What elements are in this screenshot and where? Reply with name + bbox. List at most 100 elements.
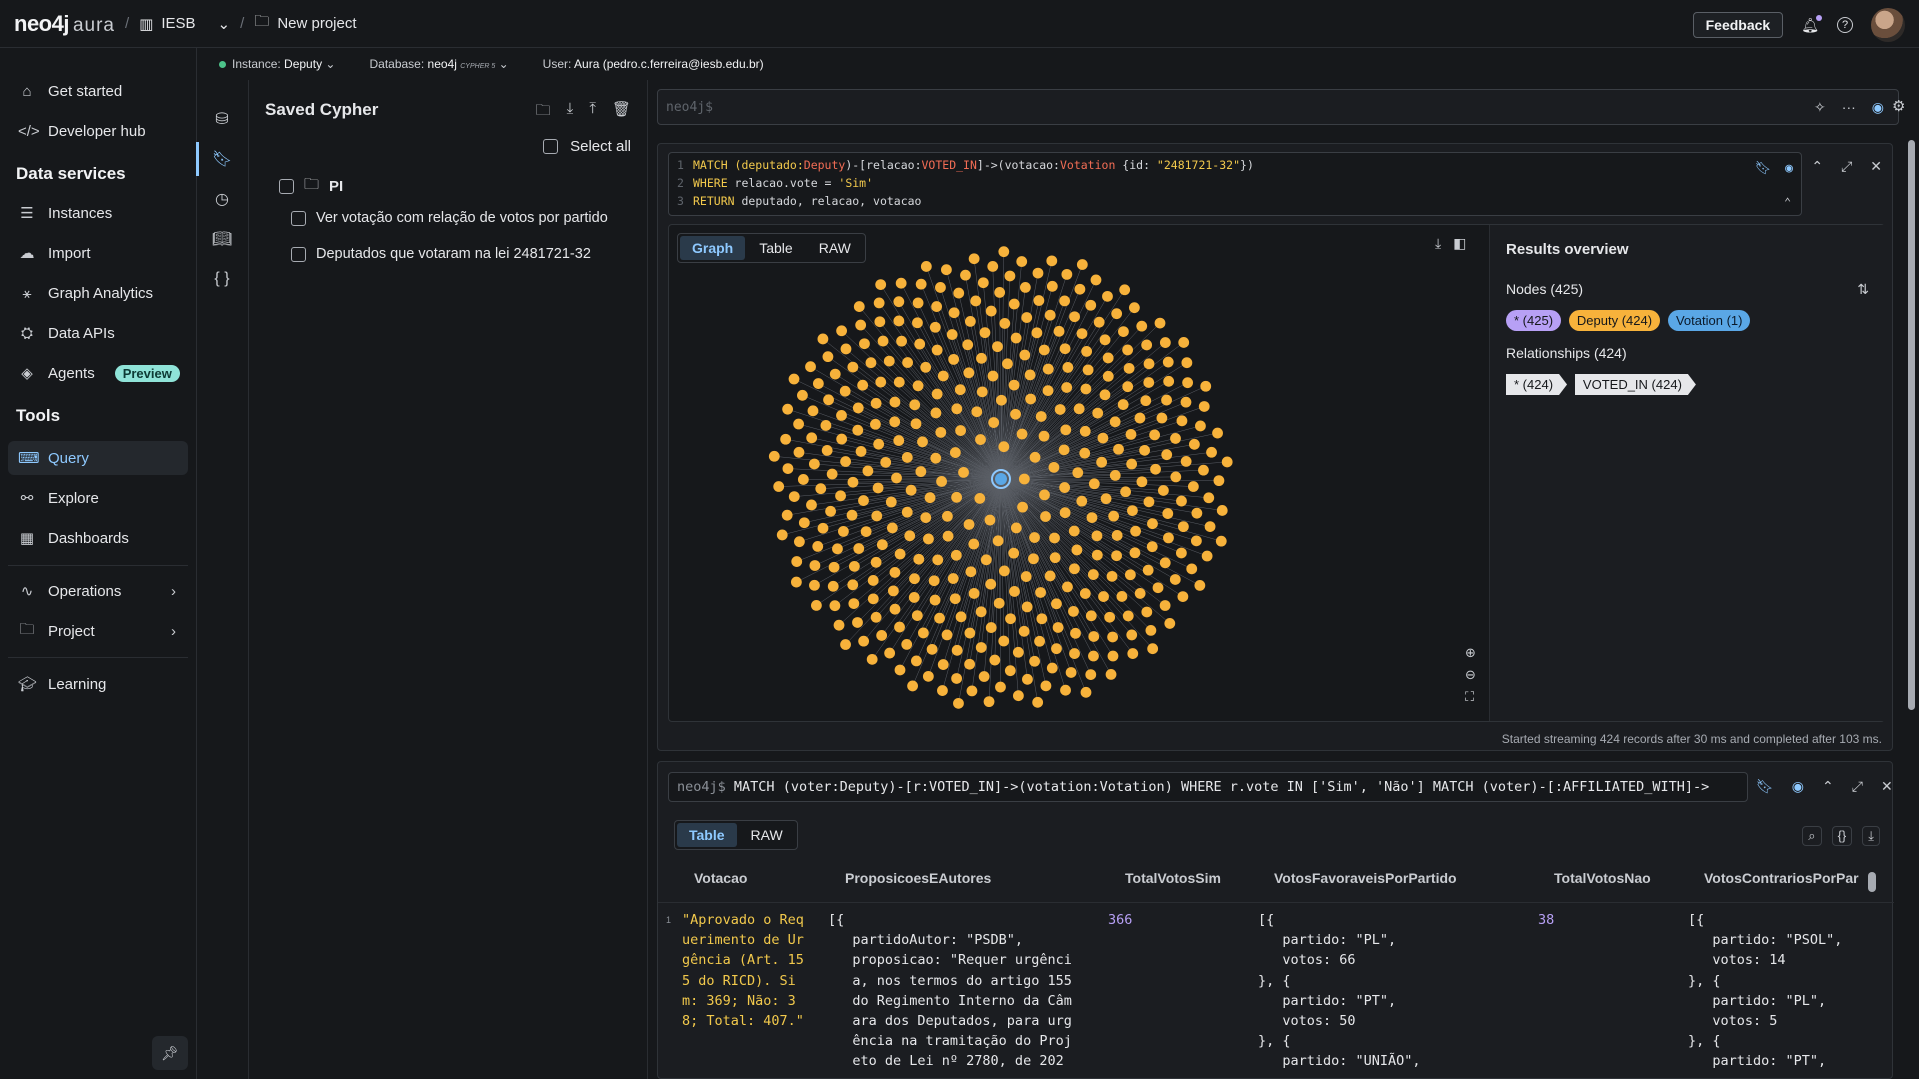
deputy-node[interactable] (1143, 377, 1155, 388)
deputy-node[interactable] (773, 481, 785, 492)
scrollbar-thumb[interactable] (1868, 872, 1876, 892)
deputy-node[interactable] (1091, 530, 1103, 542)
deputy-node[interactable] (993, 597, 1005, 609)
deputy-node[interactable] (839, 385, 851, 397)
deputy-node[interactable] (932, 554, 944, 566)
deputy-node[interactable] (924, 492, 936, 504)
deputy-node[interactable] (1088, 631, 1100, 642)
deputy-node[interactable] (1016, 256, 1028, 267)
deputy-node[interactable] (1032, 267, 1044, 279)
deputy-node[interactable] (995, 394, 1007, 406)
deputy-node[interactable] (1088, 650, 1099, 662)
deputy-node[interactable] (1025, 393, 1037, 405)
deputy-node[interactable] (1051, 598, 1062, 610)
deputy-node[interactable] (909, 573, 920, 585)
database-selector[interactable]: Database: neo4j CYPHER 5 ⌄ (369, 57, 508, 71)
upload-icon[interactable]: ⤒ (589, 100, 596, 125)
bell-icon[interactable]: 🔔︎ (1801, 14, 1822, 34)
column-header[interactable]: VotosFavoraveisPorPartido (1274, 870, 1457, 886)
deputy-node[interactable] (805, 361, 816, 373)
deputy-node[interactable] (1139, 444, 1150, 456)
more-icon[interactable]: ··· (1842, 99, 1856, 116)
deputy-node[interactable] (1022, 673, 1033, 685)
deputy-node[interactable] (950, 549, 962, 561)
deputy-node[interactable] (1008, 298, 1020, 310)
deputy-node[interactable] (1120, 486, 1131, 498)
deputy-node[interactable] (1012, 690, 1024, 702)
deputy-node[interactable] (1104, 611, 1116, 623)
deputy-node[interactable] (1008, 379, 1020, 391)
folder-pi[interactable]: 🗀 PI (279, 174, 343, 199)
deputy-node[interactable] (859, 338, 870, 350)
deputy-node[interactable] (1142, 564, 1154, 576)
nav-project[interactable]: 🗀 Project › (8, 614, 188, 648)
deputy-node[interactable] (1134, 412, 1146, 424)
deputy-node[interactable] (1102, 370, 1114, 382)
deputy-node[interactable] (942, 530, 954, 542)
deputy-node[interactable] (836, 325, 848, 337)
deputy-node[interactable] (1170, 433, 1181, 444)
deputy-node[interactable] (852, 617, 863, 628)
deputy-node[interactable] (808, 458, 820, 470)
deputy-node[interactable] (896, 335, 907, 347)
deputy-node[interactable] (1031, 327, 1043, 339)
deputy-node[interactable] (913, 553, 925, 565)
deputy-node[interactable] (1040, 511, 1051, 522)
deputy-node[interactable] (871, 510, 883, 522)
deputy-node[interactable] (1143, 358, 1155, 370)
deputy-node[interactable] (1098, 591, 1109, 602)
deputy-node[interactable] (953, 287, 965, 299)
nav-graph-analytics[interactable]: ⚹ Graph Analytics (8, 276, 188, 310)
deputy-node[interactable] (1204, 521, 1216, 532)
deputy-node[interactable] (812, 378, 824, 389)
database-icon[interactable]: ⛁ (207, 104, 237, 134)
deputy-node[interactable] (793, 418, 804, 430)
deputy-node[interactable] (883, 355, 895, 367)
deputy-node[interactable] (976, 386, 988, 398)
deputy-node[interactable] (971, 406, 983, 418)
deputy-node[interactable] (821, 445, 833, 456)
deputy-node[interactable] (987, 370, 999, 382)
deputy-node[interactable] (817, 333, 829, 345)
deputy-node[interactable] (998, 635, 1010, 647)
deputy-node[interactable] (1085, 669, 1097, 681)
deputy-node[interactable] (1024, 369, 1036, 381)
deputy-node[interactable] (876, 630, 888, 641)
deputy-node[interactable] (983, 696, 995, 708)
deputy-node[interactable] (917, 436, 928, 448)
deputy-node[interactable] (782, 403, 794, 415)
deputy-node[interactable] (1054, 404, 1066, 415)
deputy-node[interactable] (1029, 655, 1040, 667)
deputy-node[interactable] (806, 432, 818, 444)
deputy-node[interactable] (1215, 535, 1227, 547)
deputy-node[interactable] (865, 357, 877, 369)
deputy-node[interactable] (1020, 571, 1032, 582)
deputy-node[interactable] (840, 639, 851, 650)
deputy-node[interactable] (873, 297, 885, 309)
project-selector[interactable]: 🗀 New project (254, 11, 356, 36)
swap-icon[interactable]: ⇅ (1857, 281, 1869, 298)
deputy-node[interactable] (1035, 411, 1047, 422)
column-header[interactable]: VotosContrariosPorPar (1704, 870, 1864, 886)
chip-all-nodes[interactable]: * (425) (1506, 310, 1562, 331)
bookmark-icon[interactable]: 🔖︎ (1756, 778, 1774, 795)
nav-agents[interactable]: ◈ Agents Preview (8, 356, 188, 390)
deputy-node[interactable] (980, 554, 992, 566)
deputy-node[interactable] (1042, 385, 1054, 397)
deputy-node[interactable] (949, 447, 961, 458)
deputy-node[interactable] (1061, 382, 1073, 393)
deputy-node[interactable] (968, 253, 980, 265)
deputy-node[interactable] (1034, 635, 1045, 647)
tab-raw[interactable]: RAW (807, 236, 863, 260)
deputy-node[interactable] (820, 420, 832, 431)
deputy-node[interactable] (847, 361, 859, 373)
deputy-node[interactable] (949, 593, 961, 605)
table-scrollbar[interactable] (1868, 862, 1876, 1062)
deputy-node[interactable] (1136, 476, 1148, 488)
deputy-node[interactable] (920, 261, 932, 272)
deputy-node[interactable] (922, 670, 934, 682)
deputy-node[interactable] (1085, 610, 1097, 622)
download-icon[interactable]: ⤓ (1862, 826, 1880, 846)
deputy-node[interactable] (1079, 425, 1091, 437)
deputy-node[interactable] (867, 575, 879, 586)
